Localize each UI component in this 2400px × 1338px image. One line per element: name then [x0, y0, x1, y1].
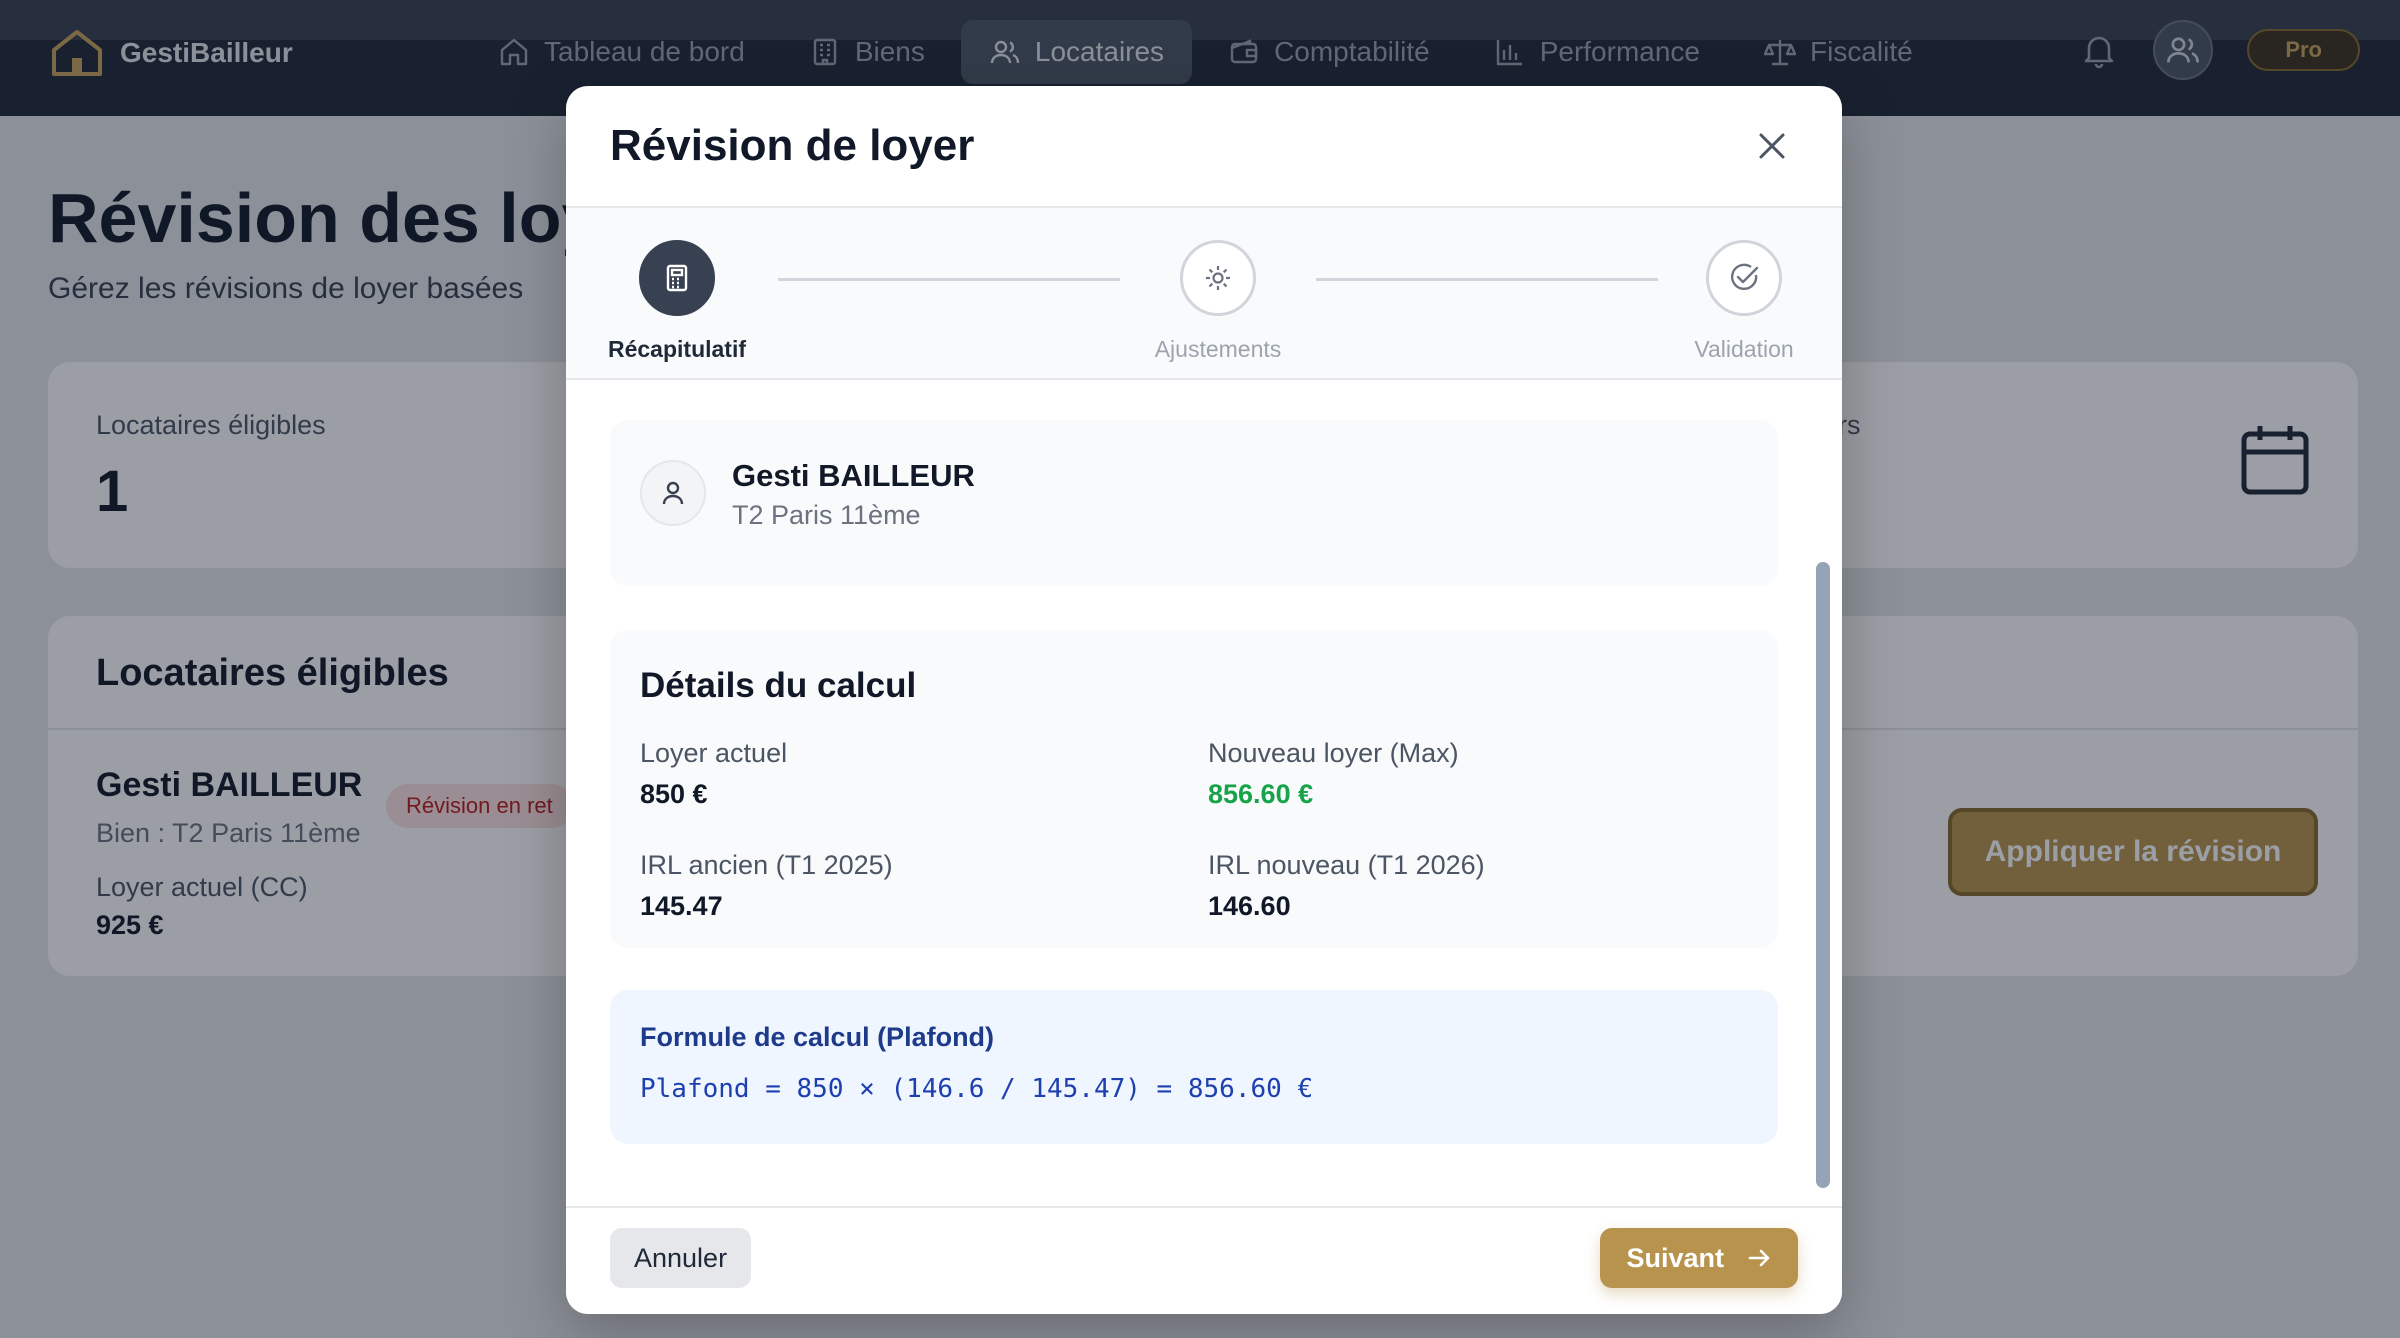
modal-header: Révision de loyer — [566, 86, 1842, 208]
user-icon-avatar — [640, 460, 706, 526]
calculator-icon — [666, 264, 688, 292]
tenant-summary: Gesti BAILLEUR T2 Paris 11ème — [610, 420, 1778, 586]
arrow-right-icon — [1748, 1249, 1770, 1267]
tenant-summary-property: T2 Paris 11ème — [732, 500, 921, 530]
irl-old-value: 145.47 — [640, 891, 723, 921]
step-label: Validation — [1694, 336, 1794, 362]
gear-icon — [1206, 266, 1230, 290]
new-rent: Nouveau loyer (Max) 856.60 € — [1208, 738, 1748, 810]
cancel-button[interactable]: Annuler — [610, 1228, 752, 1288]
tenant-summary-name: Gesti BAILLEUR — [732, 458, 975, 493]
step-ajustements[interactable]: Ajustements — [1138, 240, 1298, 363]
check-circle-icon — [1730, 263, 1759, 291]
irl-old-label: IRL ancien (T1 2025) — [640, 850, 893, 880]
calculation-title: Détails du calcul — [640, 666, 917, 705]
calculation-details: Détails du calcul Loyer actuel 850 € Nou… — [610, 630, 1778, 948]
stepper: Récapitulatif Ajustements Validation — [566, 208, 1842, 380]
next-button-label: Suivant — [1626, 1242, 1724, 1273]
irl-new-label: IRL nouveau (T1 2026) — [1208, 850, 1485, 880]
irl-old: IRL ancien (T1 2025) 145.47 — [640, 850, 1208, 922]
irl-new: IRL nouveau (T1 2026) 146.60 — [1208, 850, 1748, 922]
new-rent-label: Nouveau loyer (Max) — [1208, 738, 1459, 768]
current-rent: Loyer actuel 850 € — [640, 738, 1208, 810]
next-button[interactable]: Suivant — [1600, 1228, 1798, 1288]
current-rent-value: 850 € — [640, 779, 708, 809]
step-recapitulatif[interactable]: Récapitulatif — [597, 240, 757, 363]
step-connector — [778, 278, 1120, 281]
formula-title: Formule de calcul (Plafond) — [640, 1022, 995, 1052]
formula-box: Formule de calcul (Plafond) Plafond = 85… — [610, 990, 1778, 1144]
step-label: Récapitulatif — [607, 336, 747, 362]
rent-revision-modal: Révision de loyer Récapitulatif Ajusteme… — [566, 86, 1842, 1314]
step-label: Ajustements — [1154, 336, 1282, 362]
scroll-thumb[interactable] — [1816, 562, 1830, 1188]
modal-footer: Annuler Suivant — [566, 1206, 1842, 1314]
formula-text: Plafond = 850 × (146.6 / 145.47) = 856.6… — [640, 1074, 1314, 1104]
modal-scrollbar[interactable] — [1816, 380, 1830, 1292]
modal-title: Révision de loyer — [610, 121, 975, 170]
new-rent-value: 856.60 € — [1208, 779, 1314, 809]
close-icon — [1759, 133, 1785, 159]
calculation-grid: Loyer actuel 850 € Nouveau loyer (Max) 8… — [640, 738, 1760, 922]
current-rent-label: Loyer actuel — [640, 738, 788, 768]
modal-body[interactable]: Gesti BAILLEUR T2 Paris 11ème Détails du… — [566, 380, 1842, 1292]
irl-new-value: 146.60 — [1208, 891, 1291, 921]
step-connector — [1316, 278, 1658, 281]
step-validation[interactable]: Validation — [1664, 240, 1824, 363]
user-icon — [662, 481, 684, 505]
close-button[interactable] — [1746, 120, 1798, 172]
